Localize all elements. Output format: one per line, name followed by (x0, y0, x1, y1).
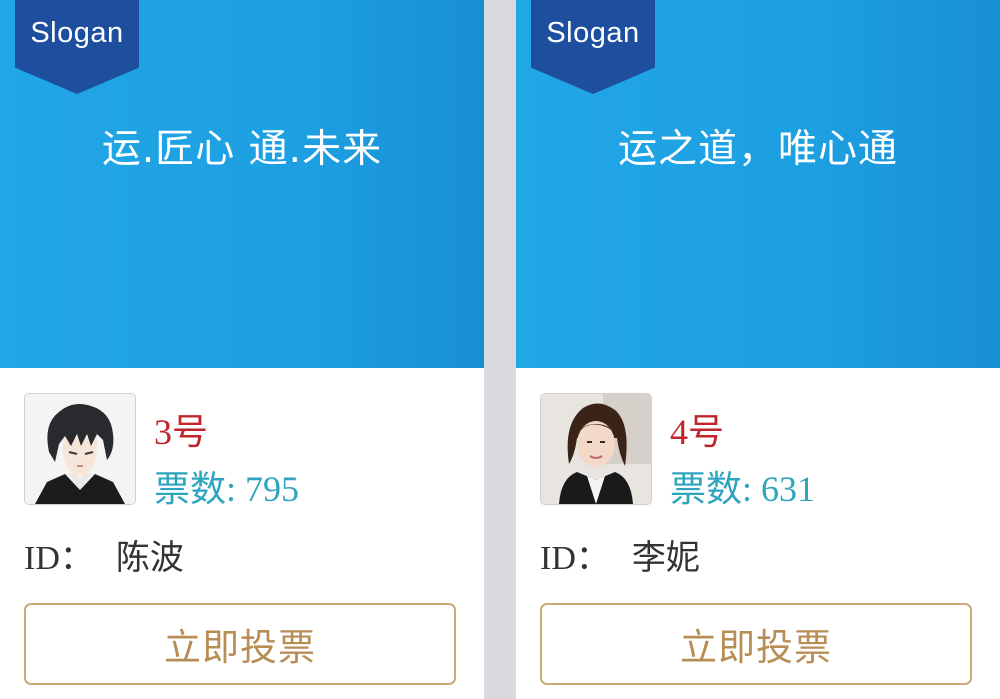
contestant-id: ID： 李妮 (540, 530, 700, 579)
votes-label: 票数: (154, 469, 237, 509)
contestant-name: 陈波 (115, 538, 184, 578)
contestant-name: 李妮 (631, 538, 700, 578)
slogan-banner: Slogan 运.匠心 通.未来 (0, 0, 484, 368)
contestant-number: 3号 (154, 412, 209, 452)
contestant-id: ID： 陈波 (24, 530, 184, 579)
avatar (540, 393, 652, 505)
slogan-ribbon: Slogan (15, 0, 139, 94)
contestant-card: Slogan 运之道，唯心通 4号 票数: 631 ID： 李妮 立即投票 (516, 0, 1000, 699)
slogan-text: 运.匠心 通.未来 (101, 127, 383, 172)
votes-label: 票数: (670, 469, 753, 509)
vote-now-button[interactable]: 立即投票 (540, 603, 972, 685)
vote-count: 票数: 795 (154, 460, 299, 512)
id-label: ID： (24, 540, 94, 577)
slogan-banner: Slogan 运之道，唯心通 (516, 0, 1000, 368)
slogan-ribbon: Slogan (531, 0, 655, 94)
anime-boy-avatar-icon (25, 394, 135, 504)
slogan-text: 运之道，唯心通 (617, 127, 898, 172)
votes-value: 631 (761, 469, 816, 509)
vote-now-button[interactable]: 立即投票 (24, 603, 456, 685)
avatar (24, 393, 136, 505)
vote-count: 票数: 631 (670, 460, 815, 512)
id-label: ID： (540, 540, 610, 577)
contestant-number: 4号 (670, 412, 725, 452)
ribbon-label: Slogan (30, 17, 124, 49)
ribbon-label: Slogan (546, 17, 640, 49)
woman-photo-avatar-icon (541, 394, 651, 504)
contestant-card: Slogan 运.匠心 通.未来 3号 票数: 795 ID： 陈波 立即投票 (0, 0, 484, 699)
votes-value: 795 (245, 469, 300, 509)
